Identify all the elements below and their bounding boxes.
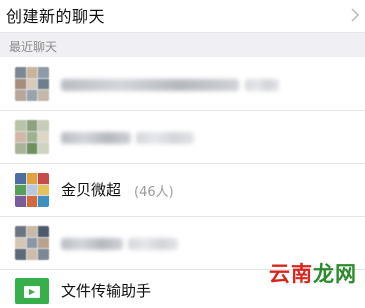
create-new-chat-label: 创建新的聊天 xyxy=(6,7,106,26)
watermark-part-1: 云南 xyxy=(269,262,313,286)
file-transfer-icon xyxy=(15,278,49,304)
site-watermark: 云南龙网 xyxy=(269,258,357,288)
blurred-chat-name xyxy=(61,79,239,91)
watermark-part-2: 龙网 xyxy=(313,262,357,286)
blurred-member-count xyxy=(245,79,279,91)
share-chat-picker: 创建新的聊天 最近聊天 金贝微超 (46人) 文件传输助手 云南龙网 xyxy=(0,0,365,304)
member-count: (46人) xyxy=(134,185,174,200)
chat-list-item[interactable]: 金贝微超 (46人) xyxy=(0,164,365,217)
group-avatar xyxy=(15,226,49,260)
recent-chats-label: 最近聊天 xyxy=(9,40,58,54)
blurred-chat-name xyxy=(61,238,123,250)
recent-chats-header: 最近聊天 xyxy=(0,33,365,57)
group-avatar xyxy=(15,67,49,101)
group-avatar xyxy=(15,120,49,154)
chat-name: 金贝微超 xyxy=(61,181,122,199)
create-new-chat-row[interactable]: 创建新的聊天 xyxy=(0,0,365,33)
folder-arrow-icon xyxy=(24,286,40,298)
group-avatar xyxy=(15,173,49,207)
chevron-right-icon xyxy=(351,8,359,22)
blurred-chat-name xyxy=(61,132,131,144)
blurred-member-count xyxy=(136,132,194,144)
chat-list-item[interactable] xyxy=(0,58,365,111)
blurred-member-count xyxy=(128,238,178,250)
chat-list-item[interactable] xyxy=(0,111,365,164)
